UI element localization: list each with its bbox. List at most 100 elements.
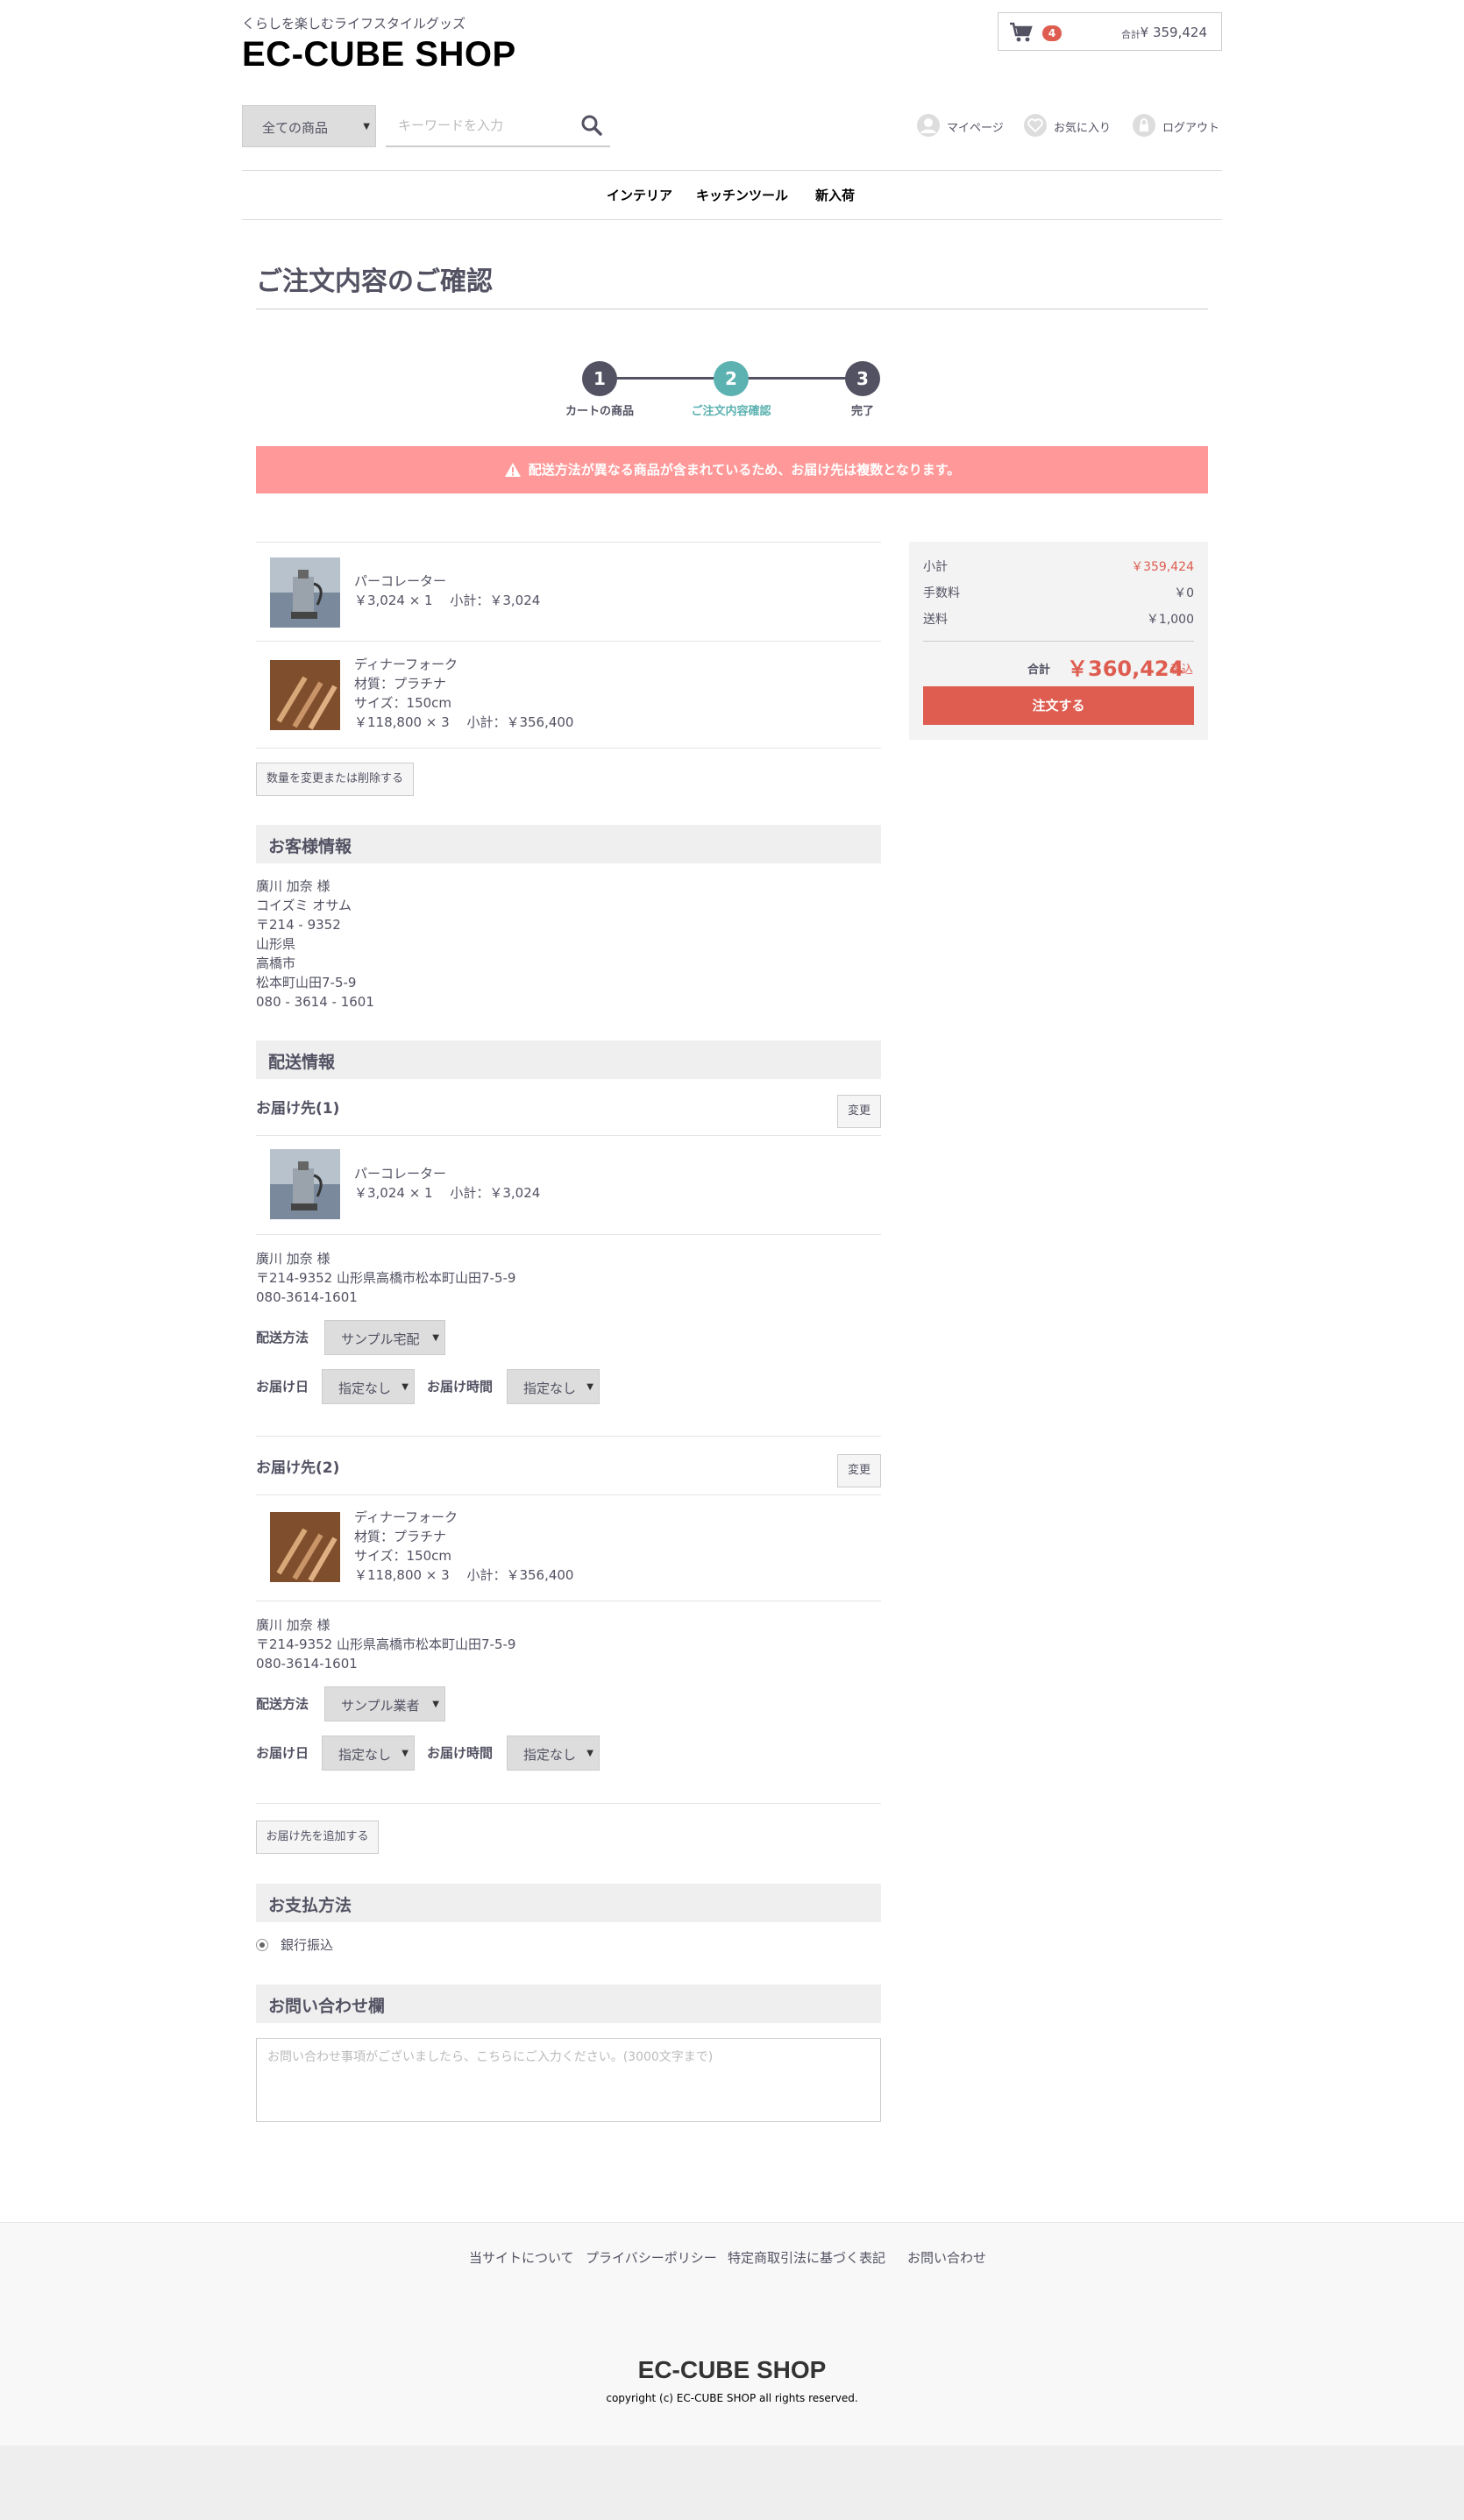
recipient-address: 〒214-9352 山形県高橋市松本町山田7-5-9 [256,1270,516,1286]
shipping-method-select[interactable]: サンプル宅配 ▼ [324,1320,445,1355]
lock-icon [1133,114,1155,137]
cart-count-badge: 4 [1042,25,1062,41]
nav-item-new-arrivals[interactable]: 新入荷 [815,186,855,204]
footer-link-privacy[interactable]: プライバシーポリシー [586,2248,717,2267]
destination-1-title: お届け先(1) [256,1100,340,1118]
total-label: 合計 [1027,664,1051,677]
order-summary: 小計 ￥359,424 手数料 ￥0 送料 ￥1,000 合計 ￥360,424… [909,542,1208,740]
edit-quantity-button[interactable]: 数量を変更または削除する [256,763,414,796]
divider [256,1234,881,1235]
recipient-phone: 080-3614-1601 [256,1656,358,1672]
footer-bottom-band [0,2445,1464,2520]
heart-icon [1024,114,1047,137]
delivery-date-select[interactable]: 指定なし ▼ [322,1369,415,1404]
shop-logo[interactable]: EC-CUBE SHOP [242,35,516,75]
divider [256,641,881,642]
item-size: サイズ：150cm [354,1548,452,1564]
delivery-time-label: お届け時間 [427,1379,494,1395]
item-material: 材質：プラチナ [354,676,447,692]
destination-1-change-button[interactable]: 変更 [837,1095,881,1128]
delivery-date-label: お届け日 [256,1745,309,1761]
page-title: ご注文内容のご確認 [256,266,493,297]
delivery-date-label: お届け日 [256,1379,309,1395]
footer-logo: EC-CUBE SHOP [637,2356,827,2383]
delivery-time-select[interactable]: 指定なし ▼ [507,1736,600,1771]
tax-label: 税込 [1170,664,1194,677]
product-image-dinner-fork [270,660,340,730]
customer-info: 廣川 加奈 様 コイズミ オサム 〒214 - 9352 山形県 高橋市 松本町… [256,877,374,1012]
shipping-method-value: サンプル宅配 [341,1331,420,1347]
category-select-value: 全ての商品 [262,120,329,136]
product-image-dinner-fork [270,1512,340,1582]
customer-info-heading: お客様情報 [256,825,881,863]
delivery-time-value: 指定なし [523,1747,577,1763]
destination-2-title: お届け先(2) [256,1459,340,1477]
destination-2-change-button[interactable]: 変更 [837,1454,881,1487]
delivery-time-value: 指定なし [523,1381,577,1396]
shipping-method-select[interactable]: サンプル業者 ▼ [324,1686,445,1721]
item-name: ディナーフォーク [354,1509,458,1525]
footer-link-contact[interactable]: お問い合わせ [907,2248,986,2267]
footer-link-tokusho[interactable]: 特定商取引法に基づく表記 [728,2248,885,2267]
step-1-circle: 1 [582,361,617,396]
footer-link-about[interactable]: 当サイトについて [469,2248,574,2267]
cart-icon [1010,22,1033,42]
divider [256,1135,881,1136]
delivery-date-select[interactable]: 指定なし ▼ [322,1736,415,1771]
total-value: ￥360,424 [1067,657,1184,681]
customer-prefecture: 山形県 [256,936,296,952]
divider [256,1494,881,1495]
page: くらしを楽しむライフスタイルグッズ EC-CUBE SHOP 4 合計 ¥ 35… [0,0,1464,2520]
item-material: 材質：プラチナ [354,1529,447,1544]
destination-1-address: 廣川 加奈 様 〒214-9352 山形県高橋市松本町山田7-5-9 080-3… [256,1249,515,1307]
category-select[interactable]: 全ての商品 ▼ [242,105,376,147]
favorite-link[interactable]: お気に入り [1024,114,1120,138]
shipping-method-value: サンプル業者 [341,1698,420,1714]
cart-total-label: 合計 [1121,29,1141,40]
shipping-method-label: 配送方法 [256,1696,309,1712]
payment-option-label[interactable]: 銀行振込 [281,1935,333,1955]
delivery-time-select[interactable]: 指定なし ▼ [507,1369,600,1404]
item-price-line: ￥118,800 × 3 小計：￥356,400 [354,1567,574,1583]
recipient-address: 〒214-9352 山形県高橋市松本町山田7-5-9 [256,1636,516,1652]
subtotal-value: ￥359,424 [1131,560,1194,574]
step-2-circle: 2 [714,361,749,396]
cart-summary-button[interactable]: 4 合計 ¥ 359,424 [998,12,1222,51]
step-3-label: 完了 [850,405,874,418]
nav-item-interior[interactable]: インテリア [607,186,672,204]
divider [256,1436,881,1437]
place-order-button[interactable]: 注文する [923,686,1194,725]
search-input[interactable]: キーワードを入力 [386,105,610,147]
copyright: copyright (c) EC-CUBE SHOP all rights re… [606,2392,858,2404]
chevron-down-icon: ▼ [432,1333,439,1343]
nav-item-kitchen-tools[interactable]: キッチンツール [696,186,788,204]
search-placeholder: キーワードを入力 [398,117,504,133]
recipient-name: 廣川 加奈 様 [256,1251,330,1267]
alert-banner: 配送方法が異なる商品が含まれているため、お届け先は複数となります。 [256,446,1208,493]
tagline: くらしを楽しむライフスタイルグッズ [242,16,466,32]
add-destination-button[interactable]: お届け先を追加する [256,1821,379,1854]
alert-text: 配送方法が異なる商品が含まれているため、お届け先は複数となります。 [528,462,961,478]
item-price-line: ￥3,024 × 1 小計：￥3,024 [354,1185,541,1201]
search-icon[interactable] [580,114,603,137]
cart-total: ¥ 359,424 [1140,25,1207,40]
item-price-line: ￥3,024 × 1 小計：￥3,024 [354,593,541,608]
step-1-label: カートの商品 [565,405,634,418]
shipping-fee-value: ￥1,000 [1146,613,1194,627]
mypage-link[interactable]: マイページ [917,114,1005,138]
warning-icon [504,463,521,477]
summary-fee-row: 手数料 ￥0 [923,584,1194,601]
logout-link[interactable]: ログアウト [1133,114,1224,138]
divider [256,748,881,749]
divider [256,1803,881,1804]
summary-shipping-row: 送料 ￥1,000 [923,610,1194,628]
summary-subtotal-row: 小計 ￥359,424 [923,557,1194,575]
recipient-phone: 080-3614-1601 [256,1289,358,1305]
shipping-info-heading: 配送情報 [256,1040,881,1079]
inquiry-textarea[interactable]: お問い合わせ事項がございましたら、こちらにご入力ください。(3000文字まで) [256,2038,881,2122]
product-image-percolator [270,1149,340,1219]
payment-radio-bank-transfer[interactable] [256,1939,268,1951]
customer-name: 廣川 加奈 様 [256,878,330,894]
favorite-label: お気に入り [1054,122,1112,135]
step-2-label: ご注文内容確認 [691,405,771,418]
